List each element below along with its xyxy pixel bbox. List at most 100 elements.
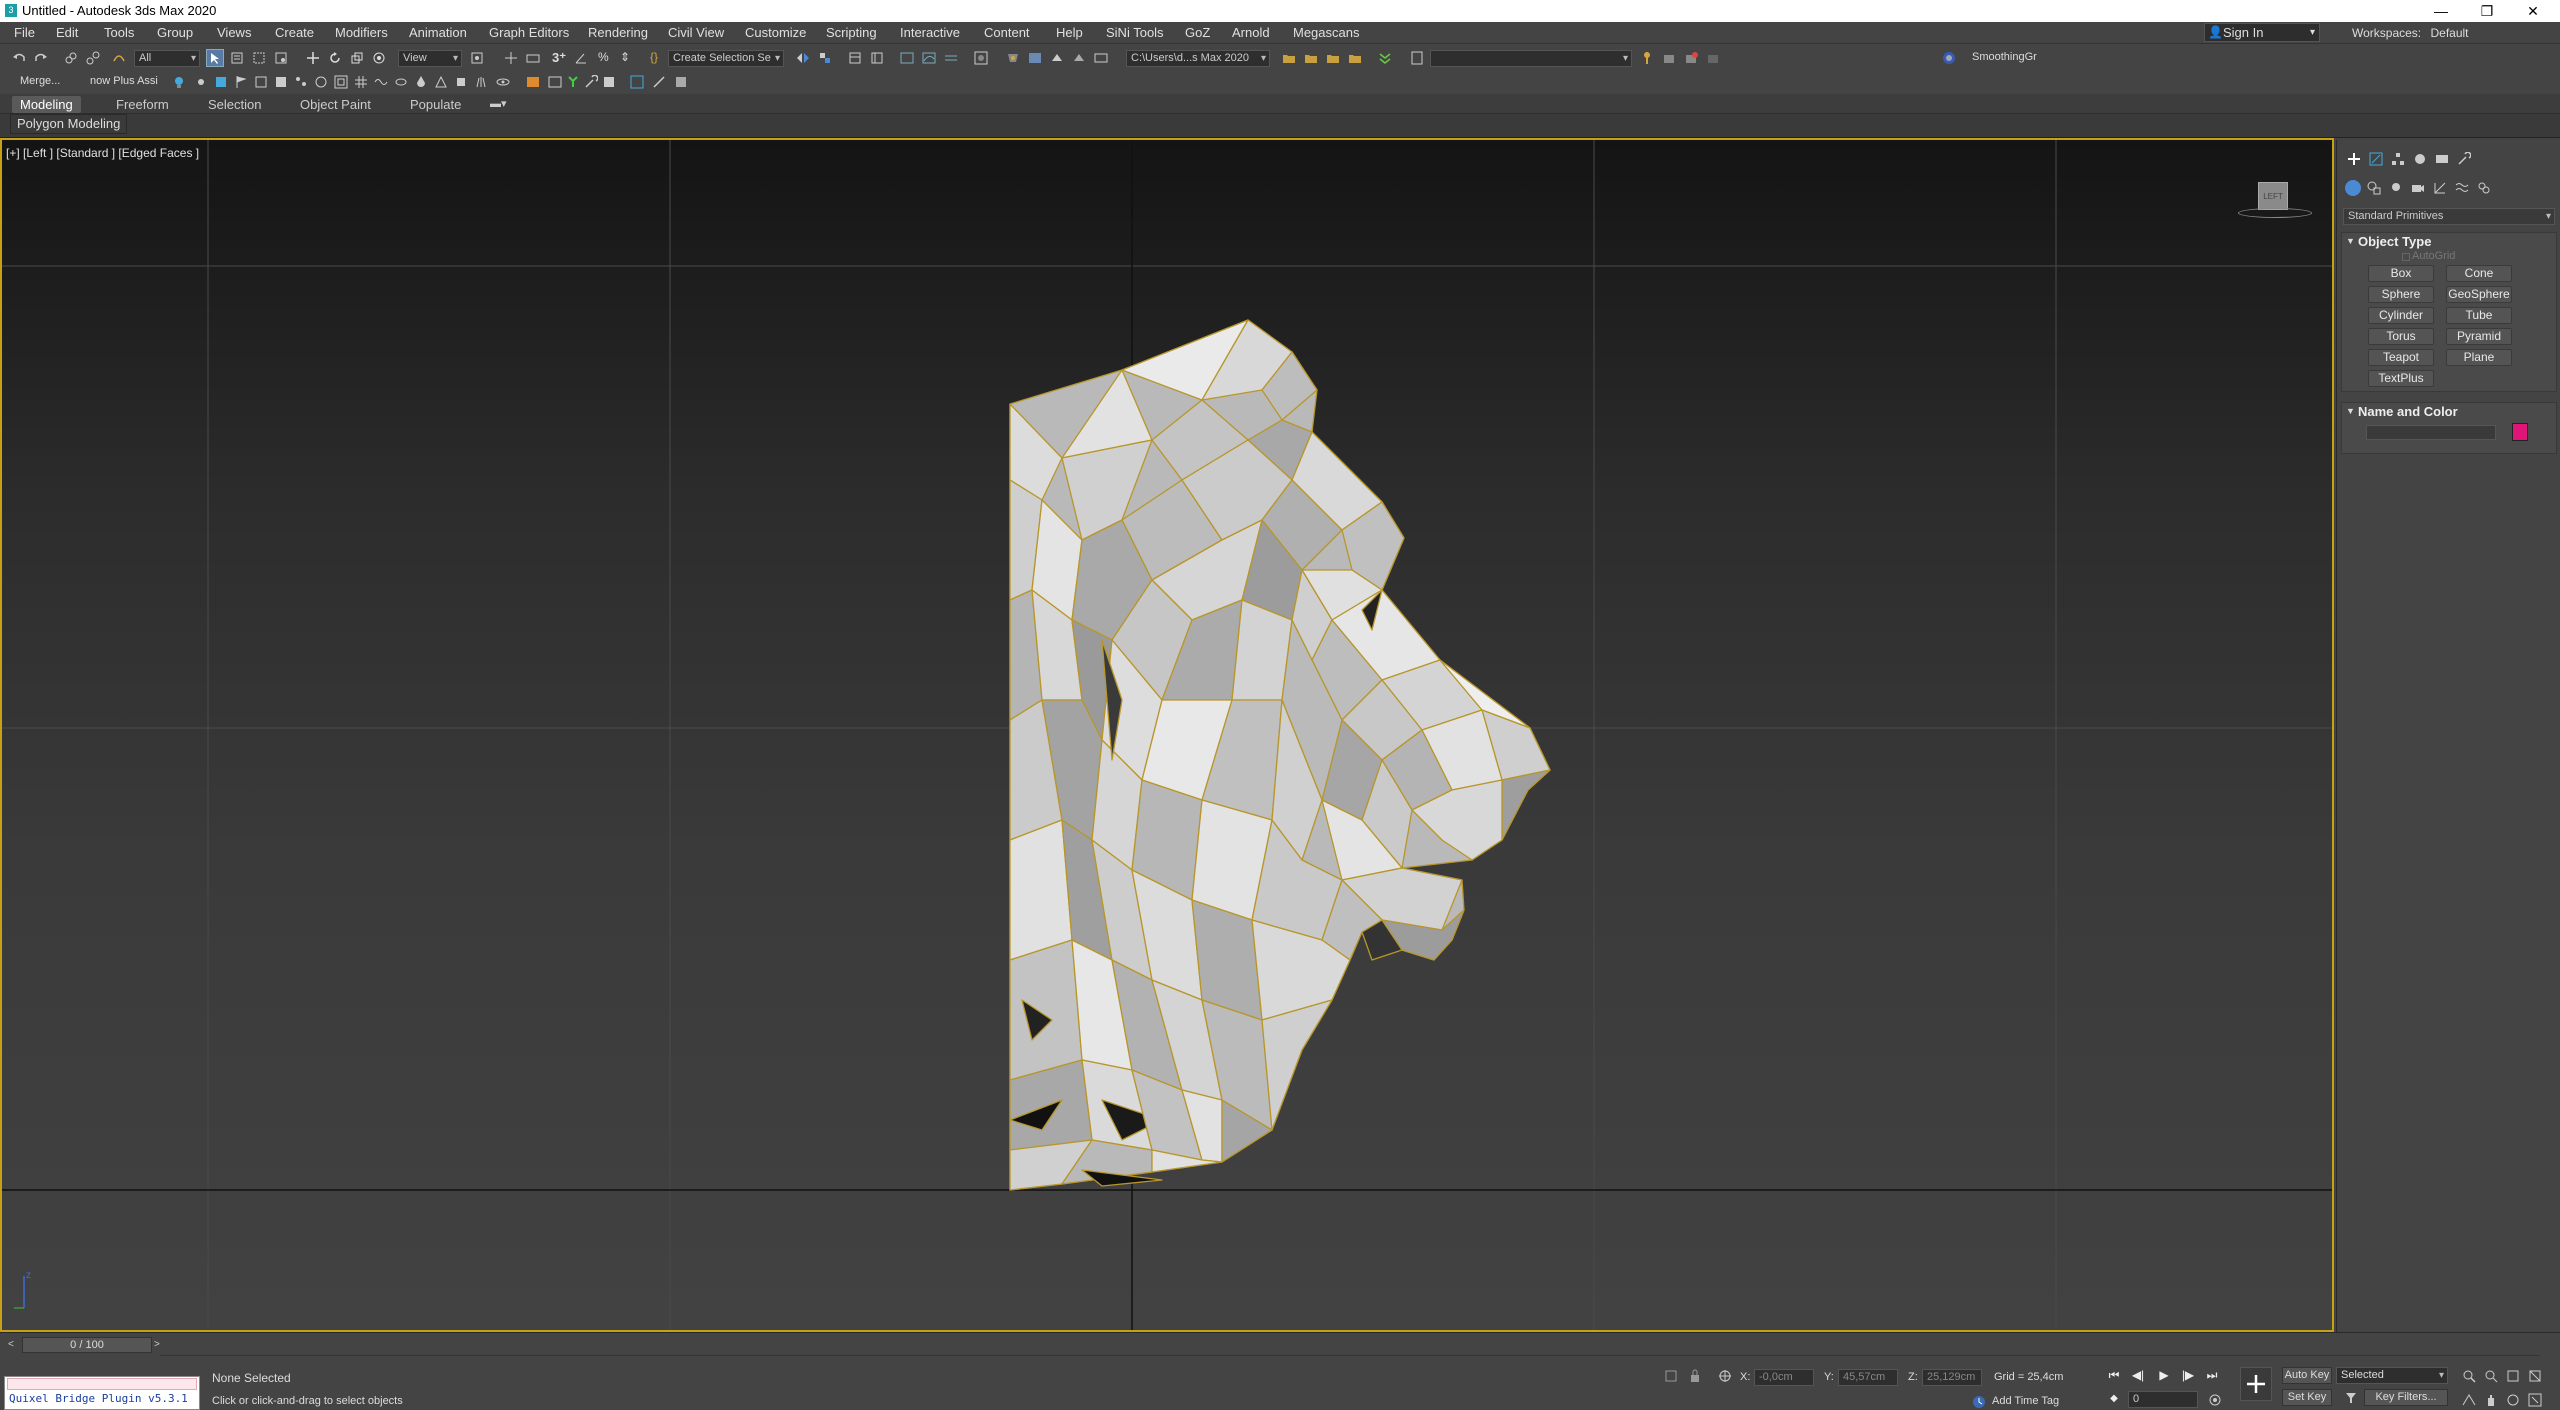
square-tool-icon[interactable] bbox=[454, 75, 468, 89]
viewcube-ring[interactable] bbox=[2238, 208, 2312, 218]
tab-selection[interactable]: Selection bbox=[200, 96, 269, 113]
open-file-icon[interactable] bbox=[1304, 51, 1318, 65]
menu-modifiers[interactable]: Modifiers bbox=[335, 25, 388, 40]
motion-tab-icon[interactable] bbox=[2413, 152, 2427, 166]
bind-space-warp-icon[interactable] bbox=[112, 51, 126, 65]
panel-tool-icon[interactable] bbox=[602, 75, 616, 89]
rectangular-selection-icon[interactable] bbox=[252, 51, 266, 65]
render-iterative-icon[interactable] bbox=[1072, 51, 1086, 65]
autogrid-checkbox[interactable] bbox=[2402, 253, 2410, 261]
modify-tab-icon[interactable] bbox=[2369, 152, 2383, 166]
named-selection-dropdown[interactable]: Create Selection Se bbox=[668, 50, 784, 67]
tab-modeling[interactable]: Modeling bbox=[12, 96, 81, 113]
menu-goz[interactable]: GoZ bbox=[1185, 25, 1210, 40]
edit-named-selection-icon[interactable]: {} bbox=[650, 50, 658, 64]
mirror-icon[interactable] bbox=[796, 51, 810, 65]
selection-filter-dropdown[interactable]: All bbox=[134, 50, 200, 67]
tool-icon-c[interactable] bbox=[1706, 51, 1720, 65]
set-keys-button[interactable] bbox=[2240, 1367, 2272, 1401]
render-production-icon[interactable] bbox=[1050, 51, 1064, 65]
snap-toggle-icon[interactable]: 3⁺ bbox=[552, 50, 566, 66]
menu-animation[interactable]: Animation bbox=[409, 25, 467, 40]
wrench-tool-icon[interactable] bbox=[584, 75, 598, 89]
maximize-viewport-icon[interactable] bbox=[2528, 1393, 2542, 1407]
rollout-collapse-icon[interactable]: ▼ bbox=[2346, 236, 2355, 246]
menu-content[interactable]: Content bbox=[984, 25, 1030, 40]
viewport-label[interactable]: [+] [Left ] [Standard ] [Edged Faces ] bbox=[6, 146, 199, 160]
window-crossing-icon[interactable] bbox=[274, 51, 288, 65]
time-slider-prev-icon[interactable]: < bbox=[8, 1339, 14, 1350]
layer-explorer-icon[interactable] bbox=[870, 51, 884, 65]
workspaces-selector[interactable]: Workspaces: Default bbox=[2352, 26, 2469, 40]
drop-tool-icon[interactable] bbox=[414, 75, 428, 89]
menu-graph-editors[interactable]: Graph Editors bbox=[489, 25, 569, 40]
spinner-snap-icon[interactable]: ⇕ bbox=[620, 50, 630, 64]
y-coordinate-field[interactable]: 45,57cm bbox=[1838, 1369, 1898, 1386]
selection-set-dropdown[interactable]: Selected bbox=[2336, 1367, 2448, 1384]
asset-folder-icon[interactable] bbox=[1348, 51, 1362, 65]
viewcube[interactable]: LEFT bbox=[2238, 182, 2312, 218]
cylinder-button[interactable]: Cylinder bbox=[2368, 307, 2434, 324]
edit-pen-icon[interactable] bbox=[652, 75, 666, 89]
x-coordinate-field[interactable]: -0,0cm bbox=[1754, 1369, 1814, 1386]
menu-rendering[interactable]: Rendering bbox=[588, 25, 648, 40]
relax-tool-icon[interactable] bbox=[374, 75, 388, 89]
time-slider-next-icon[interactable]: > bbox=[154, 1339, 160, 1350]
torus-button[interactable]: Torus bbox=[2368, 328, 2434, 345]
flag-icon[interactable] bbox=[234, 75, 248, 89]
time-tag-icon[interactable] bbox=[1972, 1395, 1986, 1409]
sign-in-dropdown[interactable]: 👤 Sign In ▾ bbox=[2204, 23, 2320, 42]
auto-key-button[interactable]: Auto Key bbox=[2282, 1367, 2332, 1384]
menu-civil-view[interactable]: Civil View bbox=[668, 25, 724, 40]
set-key-button[interactable]: Set Key bbox=[2282, 1389, 2332, 1406]
menu-scripting[interactable]: Scripting bbox=[826, 25, 877, 40]
grid-tool-icon[interactable] bbox=[354, 75, 368, 89]
spacewarps-category-icon[interactable] bbox=[2455, 181, 2469, 195]
menu-customize[interactable]: Customize bbox=[745, 25, 806, 40]
scale-icon[interactable] bbox=[350, 51, 364, 65]
schematic-view-icon[interactable] bbox=[944, 51, 958, 65]
tab-populate[interactable]: Populate bbox=[402, 96, 469, 113]
selection-lock-icon[interactable] bbox=[1688, 1369, 1702, 1383]
rollout-collapse-icon[interactable]: ▼ bbox=[2346, 406, 2355, 416]
cone-button[interactable]: Cone bbox=[2446, 265, 2512, 282]
lights-category-icon[interactable] bbox=[2389, 181, 2403, 195]
save-file-icon[interactable] bbox=[1326, 51, 1340, 65]
tab-freeform[interactable]: Freeform bbox=[108, 96, 177, 113]
select-by-name-icon[interactable] bbox=[230, 51, 244, 65]
curve-editor-icon[interactable] bbox=[922, 51, 936, 65]
move-icon[interactable] bbox=[306, 51, 320, 65]
utilities-tab-icon[interactable] bbox=[2457, 152, 2471, 166]
isolate-selection-icon[interactable] bbox=[1664, 1369, 1678, 1383]
frame-select-icon[interactable] bbox=[630, 75, 644, 89]
zoom-all-icon[interactable] bbox=[2484, 1369, 2498, 1383]
image-tool-icon[interactable] bbox=[526, 75, 540, 89]
toolbar-empty-dropdown[interactable] bbox=[1430, 50, 1632, 67]
menu-arnold[interactable]: Arnold bbox=[1232, 25, 1270, 40]
time-configuration-icon[interactable] bbox=[2208, 1393, 2222, 1407]
render-in-cloud-icon[interactable] bbox=[1094, 51, 1108, 65]
select-manipulate-icon[interactable] bbox=[504, 51, 518, 65]
link-icon[interactable] bbox=[64, 51, 78, 65]
percent-snap-icon[interactable]: % bbox=[598, 50, 609, 64]
z-coordinate-field[interactable]: 25,129cm bbox=[1922, 1369, 1982, 1386]
expand-chevron-icon[interactable] bbox=[1378, 51, 1392, 65]
plane-button[interactable]: Plane bbox=[2446, 349, 2512, 366]
name-color-header[interactable]: Name and Color bbox=[2358, 404, 2458, 419]
polygon-modeling-panel[interactable]: Polygon Modeling bbox=[10, 114, 128, 134]
geometry-category-icon[interactable] bbox=[2345, 180, 2361, 196]
object-color-swatch[interactable] bbox=[2512, 423, 2528, 441]
goz-icon[interactable] bbox=[1942, 51, 1956, 65]
viewport-left[interactable]: z LEFT bbox=[0, 138, 2334, 1332]
menu-megascans[interactable]: Megascans bbox=[1293, 25, 1359, 40]
paint-tool-icon[interactable] bbox=[394, 75, 408, 89]
undo-icon[interactable] bbox=[12, 51, 26, 65]
tube-button[interactable]: Tube bbox=[2446, 307, 2512, 324]
tool-icon-b[interactable] bbox=[1684, 51, 1698, 65]
render-setup-icon[interactable] bbox=[1006, 51, 1020, 65]
object-name-field[interactable] bbox=[2366, 425, 2496, 440]
rendered-frame-window-icon[interactable] bbox=[1028, 51, 1042, 65]
go-to-end-icon[interactable]: ⏭ bbox=[2204, 1367, 2220, 1383]
menu-edit[interactable]: Edit bbox=[56, 25, 78, 40]
tool-icon-a[interactable] bbox=[1662, 51, 1676, 65]
